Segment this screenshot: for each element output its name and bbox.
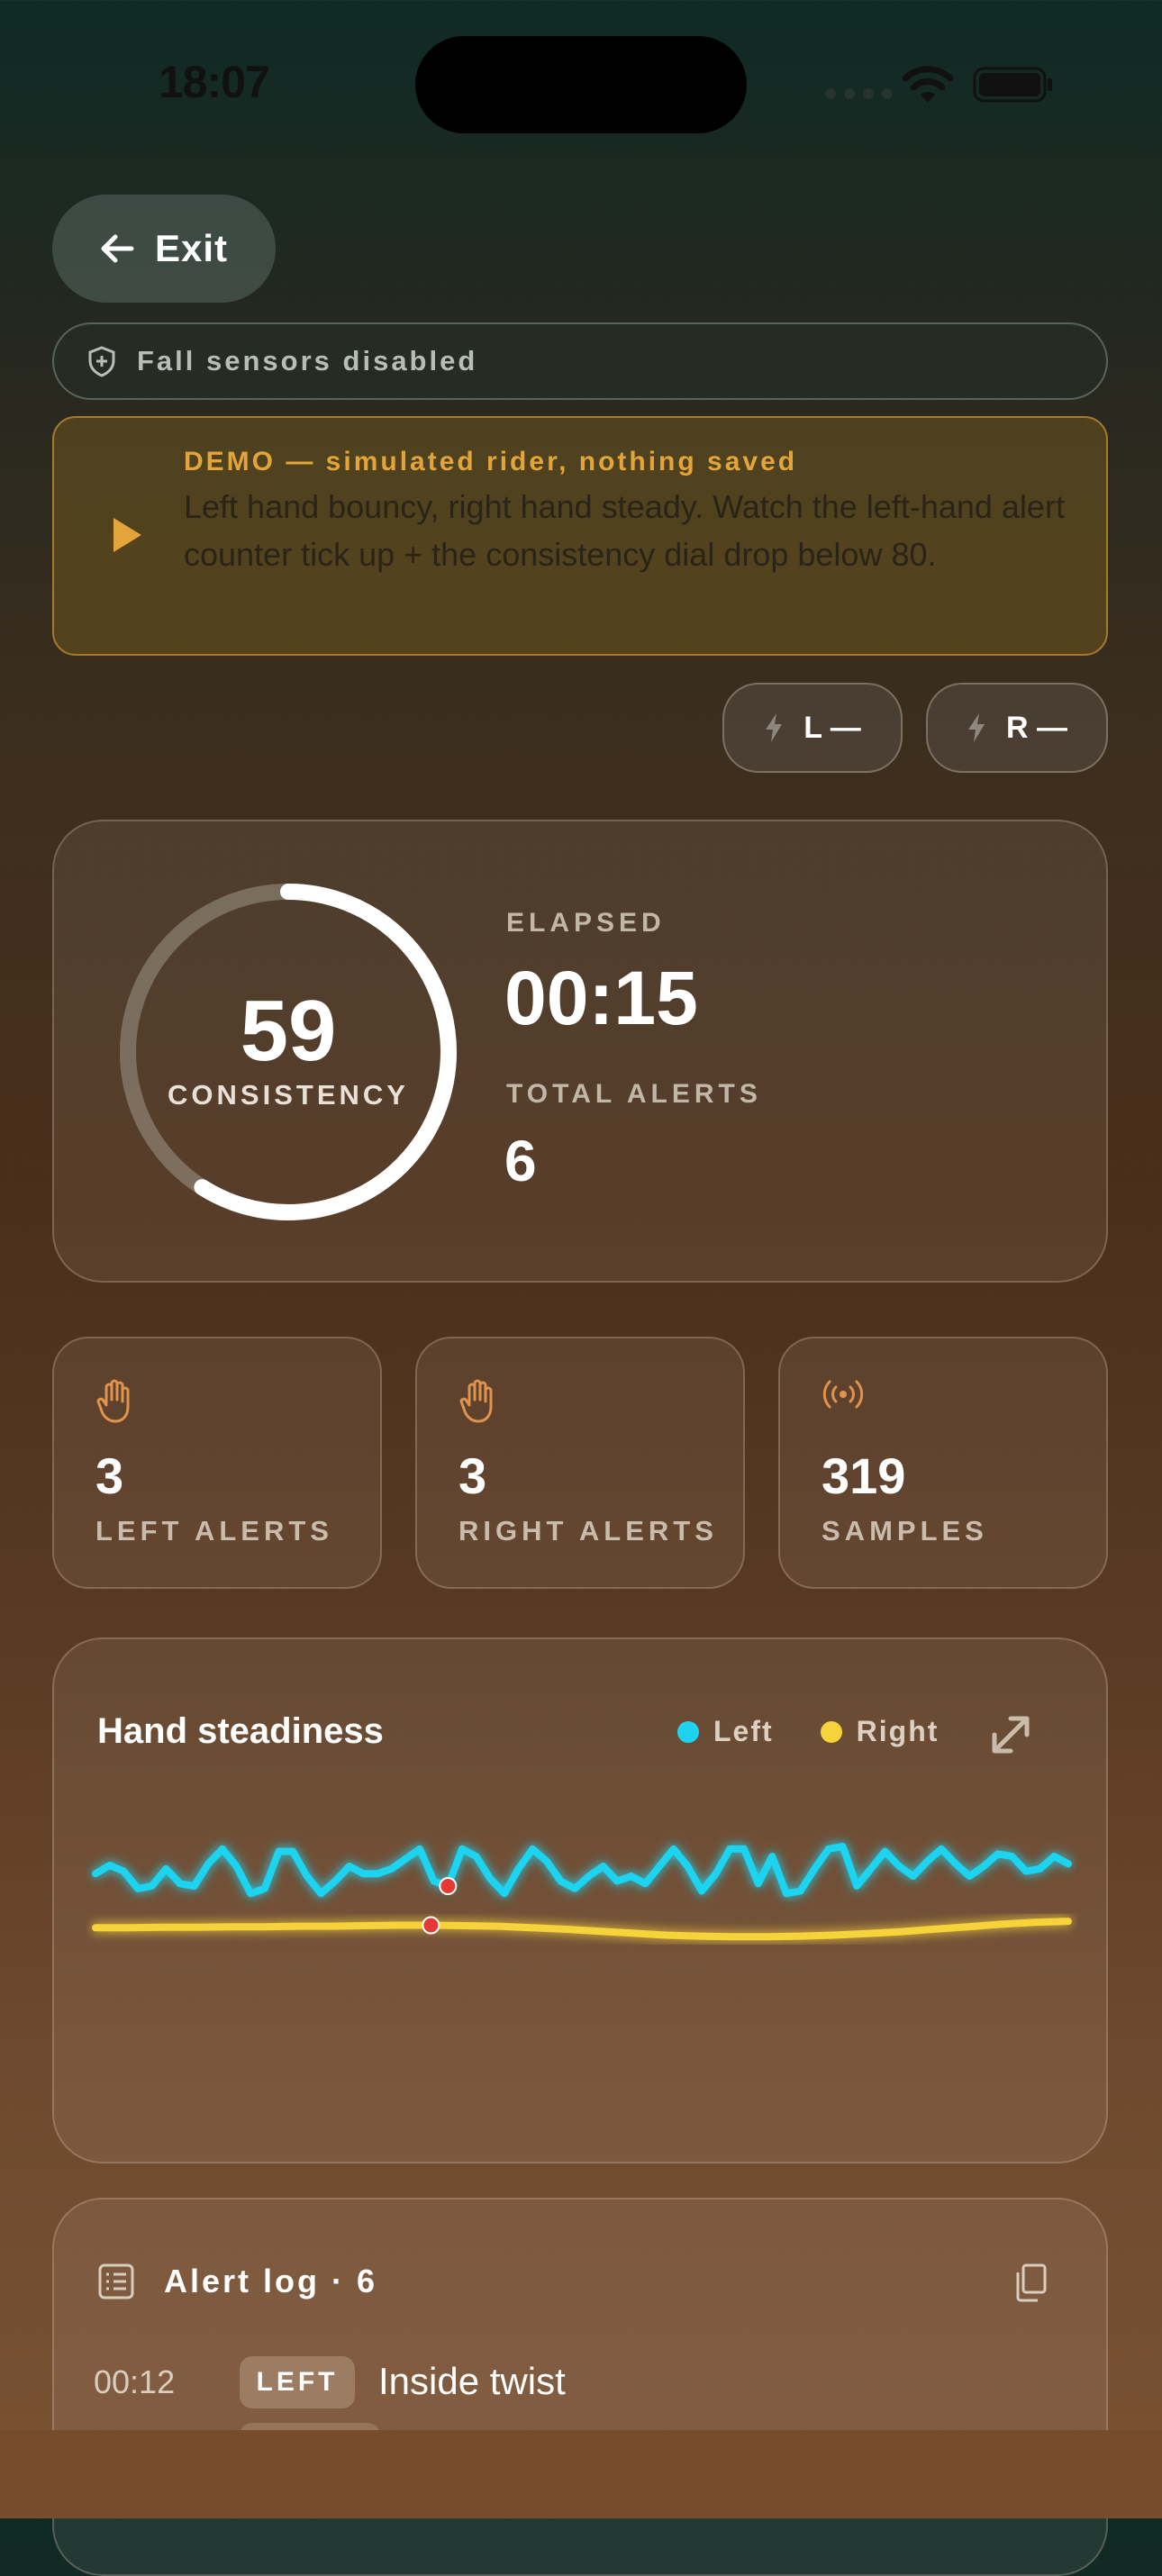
hand-icon <box>96 1379 130 1423</box>
broadcast-icon <box>822 1380 864 1409</box>
total-alerts-label: TOTAL ALERTS <box>506 1079 762 1109</box>
arrow-left-icon <box>101 234 134 263</box>
log-entry-time: 00:12 <box>94 2363 176 2400</box>
samples-card: 319 SAMPLES <box>778 1337 1108 1589</box>
bolt-icon <box>766 713 783 742</box>
copy-icon[interactable] <box>1012 2263 1049 2302</box>
exit-button[interactable]: Exit <box>52 195 276 303</box>
demo-body: Left hand bouncy, right hand steady. Wat… <box>184 488 1065 573</box>
samples-value: 319 <box>822 1447 906 1504</box>
right-alerts-card: 3 RIGHT ALERTS <box>415 1337 745 1589</box>
consistency-label: CONSISTENCY <box>168 1079 409 1111</box>
series-line-left <box>92 1843 1072 1898</box>
legend-left-dot <box>677 1720 699 1743</box>
elapsed-value: 00:15 <box>504 956 698 1040</box>
log-entry-text: Inside twist <box>378 2360 566 2402</box>
wifi-icon <box>902 66 954 103</box>
consistency-value: 59 <box>240 983 337 1079</box>
exit-label: Exit <box>155 227 229 269</box>
hand-icon <box>459 1379 493 1423</box>
shield-plus-icon <box>88 346 115 377</box>
bolt-icon <box>968 713 985 742</box>
status-time: 18:07 <box>159 57 270 107</box>
legend-right-label: Right <box>856 1715 940 1747</box>
chart-title: Hand steadiness <box>97 1711 384 1751</box>
marker-left <box>439 1877 458 1895</box>
left-alerts-card: 3 LEFT ALERTS <box>52 1337 382 1589</box>
demo-title: DEMO — simulated rider, nothing saved <box>184 447 798 476</box>
left-hand-sensor-pill[interactable]: L — <box>722 683 903 773</box>
left-alerts-label: LEFT ALERTS <box>95 1515 333 1547</box>
signal-dots-icon <box>825 88 893 99</box>
play-icon <box>113 518 141 552</box>
log-entry-hand-badge: LEFT <box>240 2356 355 2408</box>
fall-sensors-text: Fall sensors disabled <box>137 345 478 376</box>
marker-right <box>422 1916 440 1935</box>
right-pill-label: R — <box>1006 710 1067 745</box>
list-icon <box>98 2263 134 2299</box>
left-alerts-value: 3 <box>95 1447 124 1504</box>
left-pill-label: L — <box>803 710 861 745</box>
total-alerts-value: 6 <box>504 1129 537 1193</box>
legend-left-label: Left <box>713 1715 774 1747</box>
right-alerts-value: 3 <box>458 1447 487 1504</box>
chart-legend: Left Right <box>677 1715 939 1748</box>
dynamic-island <box>415 36 747 133</box>
legend-right-dot <box>820 1720 842 1743</box>
samples-label: SAMPLES <box>822 1515 988 1547</box>
expand-icon[interactable] <box>987 1711 1034 1758</box>
series-line-right <box>92 1918 1072 1941</box>
right-hand-sensor-pill[interactable]: R — <box>926 683 1108 773</box>
battery-icon <box>973 67 1052 103</box>
elapsed-label: ELAPSED <box>506 908 666 938</box>
fall-sensors-banner: Fall sensors disabled <box>52 322 1108 400</box>
alert-log-card <box>52 2198 1108 2576</box>
right-alerts-label: RIGHT ALERTS <box>458 1515 718 1547</box>
alert-log-title: Alert log · 6 <box>164 2263 378 2299</box>
steadiness-chart <box>92 1843 1072 1941</box>
bottom-edge <box>0 2430 1162 2518</box>
